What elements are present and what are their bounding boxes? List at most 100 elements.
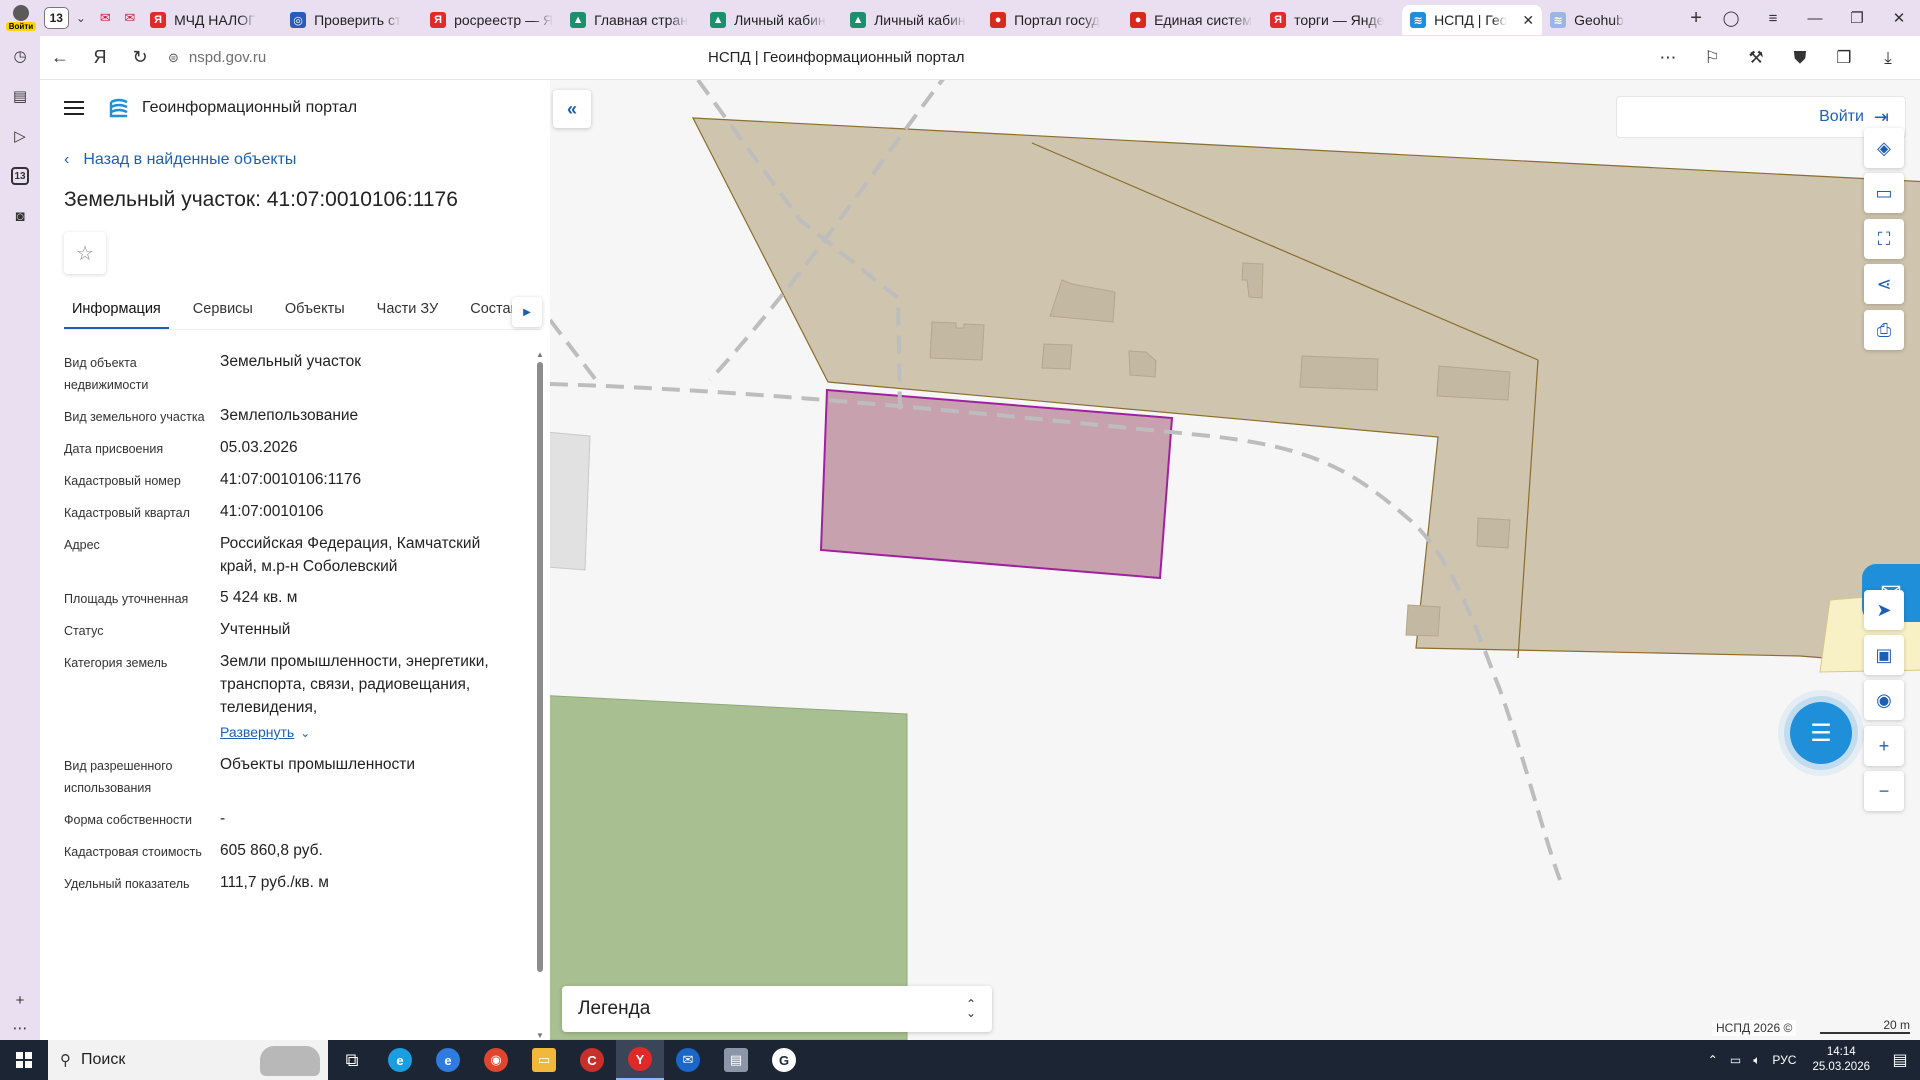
back-arrow-icon[interactable]: ←: [40, 47, 80, 68]
collapse-panel-button[interactable]: «: [553, 90, 591, 128]
menu-icon[interactable]: ≡: [1752, 10, 1794, 27]
url-text: nspd.gov.ru: [188, 49, 267, 66]
bookmark-icon[interactable]: ⚐: [1690, 48, 1734, 68]
app-c-icon[interactable]: C: [568, 1040, 616, 1080]
hamburger-menu-icon[interactable]: [64, 101, 84, 115]
outlook-icon[interactable]: ✉: [664, 1040, 712, 1080]
property-label: Кадастровая стоимость: [64, 845, 202, 859]
video-icon[interactable]: ▷: [0, 116, 40, 156]
reload-icon[interactable]: ↻: [120, 47, 160, 68]
print-icon[interactable]: ⎙: [1864, 310, 1904, 350]
pinned-tab-mail-2[interactable]: ✉: [118, 4, 142, 32]
property-label: Форма собственности: [64, 813, 192, 827]
volume-icon[interactable]: 🔈︎: [1753, 1053, 1760, 1068]
object-title: Земельный участок: 41:07:0010106:1176: [64, 188, 458, 211]
screenshot-icon[interactable]: ◙: [0, 196, 40, 236]
minimize-button[interactable]: —: [1794, 10, 1836, 27]
scroll-down-icon[interactable]: ▼: [536, 1031, 544, 1040]
browser-tab[interactable]: ▲ Личный кабин: [842, 5, 982, 35]
layers-icon[interactable]: ◈: [1864, 128, 1904, 168]
close-window-button[interactable]: ✕: [1878, 9, 1920, 27]
panel-tab[interactable]: Объекты: [277, 301, 353, 329]
property-label: Дата присвоения: [64, 442, 164, 456]
minimap-icon[interactable]: ▣: [1864, 635, 1904, 675]
chrome-icon[interactable]: ◉: [472, 1040, 520, 1080]
profile-button[interactable]: Войти: [0, 0, 42, 36]
login-button[interactable]: Войти ⇥: [1616, 96, 1906, 138]
scroll-up-icon[interactable]: ▲: [536, 350, 544, 359]
expand-link[interactable]: Развернуть ⌄: [220, 721, 310, 745]
chat-bubble-icon[interactable]: ☰: [1790, 702, 1852, 764]
browser-tab[interactable]: ● Единая систем: [1122, 5, 1262, 35]
task-view-icon[interactable]: ⧉: [328, 1040, 376, 1080]
extensions-icon[interactable]: ⚒: [1734, 48, 1778, 68]
clock[interactable]: 14:14 25.03.2026: [1812, 1045, 1870, 1075]
browser-tab[interactable]: ● Портал госуд: [982, 5, 1122, 35]
browser-tab[interactable]: ▲ Главная стран: [562, 5, 702, 35]
system-tray: ⌃ ▭ 🔈︎ РУС 14:14 25.03.2026 ▤: [1702, 1040, 1920, 1080]
ruler-icon[interactable]: ▭: [1864, 173, 1904, 213]
browser-tab[interactable]: ≋ Geohub: [1542, 5, 1682, 35]
new-tab-button[interactable]: +: [1682, 7, 1710, 30]
zoom-out-button[interactable]: −: [1864, 771, 1904, 811]
panel-tab[interactable]: Информация: [64, 301, 169, 329]
browser-tab[interactable]: ◎ Проверить ст: [282, 5, 422, 35]
favorite-star-icon[interactable]: ☆: [64, 232, 106, 274]
property-value: 5 424 кв. м: [220, 589, 298, 606]
panel-tab[interactable]: Сервисы: [185, 301, 261, 329]
building: [1436, 365, 1511, 401]
reading-list-icon[interactable]: ❒: [1822, 48, 1866, 68]
account-icon[interactable]: ◯: [1710, 9, 1752, 27]
tab-count-icon[interactable]: 13: [0, 156, 40, 196]
restore-button[interactable]: ❐: [1836, 9, 1878, 27]
edge-icon[interactable]: e: [376, 1040, 424, 1080]
location-search-icon[interactable]: ◉: [1864, 680, 1904, 720]
site-info-icon[interactable]: ⊜: [168, 50, 179, 66]
back-to-results-link[interactable]: ‹ Назад в найденные объекты: [40, 146, 550, 174]
login-arrow-icon: ⇥: [1873, 106, 1889, 127]
db-app-icon[interactable]: ▤: [712, 1040, 760, 1080]
tray-chevron-icon[interactable]: ⌃: [1708, 1053, 1718, 1067]
property-value-wrap: Российская Федерация, Камчатский край, м…: [220, 532, 514, 578]
user-avatar-icon: [12, 5, 29, 21]
property-label: Кадастровый номер: [64, 474, 181, 488]
network-icon[interactable]: ▭: [1730, 1053, 1741, 1067]
panel-tab[interactable]: Части ЗУ: [369, 301, 447, 329]
portal-name: Геоинформационный портал: [142, 99, 358, 116]
tab-counter-button[interactable]: 13: [43, 7, 69, 29]
windows-start-button[interactable]: [0, 1040, 48, 1080]
taskbar-search[interactable]: ⚲ Поиск: [48, 1040, 328, 1080]
notifications-icon[interactable]: ▤: [1880, 1050, 1920, 1070]
download-icon[interactable]: ⤓: [1866, 48, 1910, 68]
browser-tab[interactable]: Яросреестр — Я: [422, 5, 562, 35]
clock-time: 14:14: [1826, 1046, 1856, 1058]
browser-tab[interactable]: Я МЧД НАЛОГ: [142, 5, 282, 35]
legend-dropdown[interactable]: Легенда ⌃ ⌄: [562, 986, 992, 1032]
history-icon[interactable]: ◷: [0, 36, 40, 76]
select-area-icon[interactable]: ⛶: [1864, 219, 1904, 259]
more-options-icon[interactable]: ⋯: [1646, 48, 1690, 68]
geolocation-icon[interactable]: ➤: [1864, 590, 1904, 630]
app-g-icon[interactable]: G: [760, 1040, 808, 1080]
yandex-browser-icon[interactable]: Y: [616, 1040, 664, 1080]
yandex-logo-icon[interactable]: Я: [80, 47, 120, 68]
chevron-down-icon[interactable]: ⌄: [69, 11, 93, 25]
explorer-icon[interactable]: ▭: [520, 1040, 568, 1080]
ie-icon[interactable]: e: [424, 1040, 472, 1080]
property-value: Учтенный: [220, 621, 291, 638]
browser-tab[interactable]: ▲ Личный кабин: [702, 5, 842, 35]
shield-icon[interactable]: ⛊: [1778, 48, 1822, 68]
browser-tab[interactable]: Яторги — Янде: [1262, 5, 1402, 35]
url-field[interactable]: ⊜ nspd.gov.ru: [168, 49, 708, 66]
share-icon[interactable]: ⋖: [1864, 264, 1904, 304]
pinned-tab-mail[interactable]: ✉: [93, 4, 117, 32]
language-indicator[interactable]: РУС: [1772, 1053, 1796, 1067]
close-tab-icon[interactable]: ✕: [1522, 12, 1534, 29]
scrollbar-thumb[interactable]: [537, 362, 543, 972]
map-canvas[interactable]: « Войти ⇥ ◈ ▭ ⛶ ⋖ ⎙ ✉ ➤ ▣ ◉ + − ☰ Легенд…: [550, 80, 1920, 1040]
collections-icon[interactable]: ▤: [0, 76, 40, 116]
browser-tab[interactable]: ≋ НСПД | Гео ✕: [1402, 5, 1543, 35]
panel-scrollbar[interactable]: ▲ ▼: [536, 350, 544, 1040]
zoom-in-button[interactable]: +: [1864, 726, 1904, 766]
tabs-scroll-right-icon[interactable]: ▶: [512, 297, 542, 327]
